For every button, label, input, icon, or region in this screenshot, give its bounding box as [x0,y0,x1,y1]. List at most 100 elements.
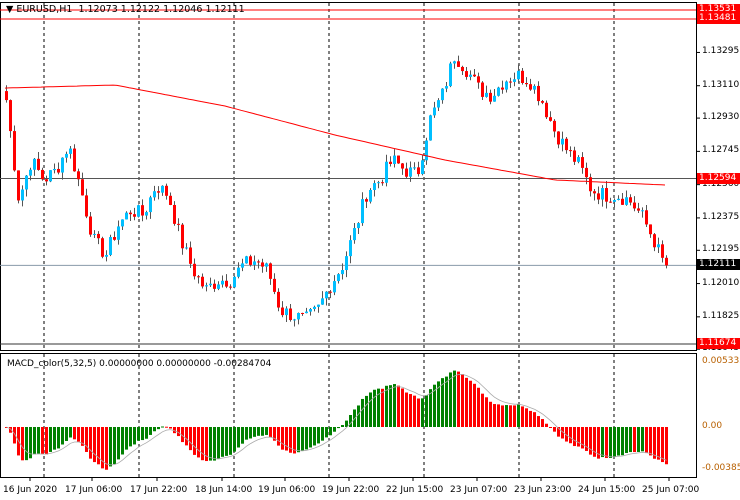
macd-bar [465,377,468,427]
macd-bar [85,427,88,452]
candle [401,163,404,169]
candle [61,157,64,173]
candle [501,87,504,90]
macd-bar [405,392,408,427]
macd-bar [637,427,640,452]
macd-panel [0,353,697,478]
macd-bar [641,427,644,452]
candle [289,308,292,321]
candle [373,183,376,190]
candle [221,280,224,285]
candle [365,199,368,202]
macd-bar [233,427,236,452]
candle [633,202,636,209]
candle [233,276,236,288]
macd-bar [53,427,56,450]
candle [257,261,260,263]
macd-bar [521,406,524,427]
macd-bar [33,427,36,455]
candle [497,87,500,96]
macd-axis-label: 0.00 [702,421,723,431]
macd-bar [473,383,476,427]
macd-bar [77,427,80,442]
candle [533,85,536,90]
candle [105,254,108,257]
candle [49,170,52,182]
chart-canvas[interactable] [0,0,740,500]
macd-bar [509,405,512,427]
macd-bar [397,385,400,427]
macd-bar [609,427,612,458]
macd-bar [389,385,392,427]
candle [521,70,524,84]
macd-bar [129,427,132,447]
candle [141,205,144,216]
candle [337,274,340,282]
candle [661,244,664,258]
macd-bar [241,427,244,444]
macd-bar [69,427,72,438]
macd-bar [489,401,492,427]
macd-bar [317,427,320,444]
candle [421,160,424,175]
macd-bar [189,427,192,451]
moving-average-line [4,84,666,186]
macd-bar [497,404,500,427]
macd-label: MACD_color(5,32,5) 0.00000000 0.00000000… [7,359,272,369]
close-value: 1.12111 [205,4,245,15]
macd-bar [237,427,240,448]
macd-bar [109,427,112,467]
candle [177,223,180,225]
macd-bar [453,370,456,427]
candle [197,276,200,278]
candle [153,191,156,198]
candle [645,210,648,225]
candle [417,167,420,175]
candle [541,101,544,103]
macd-bar [665,427,668,465]
macd-bar [229,427,232,455]
price-axis-label: 1.11825 [702,310,740,321]
candle [281,307,284,316]
macd-bar [605,427,608,458]
candle [121,219,124,227]
macd-bar [621,427,624,456]
candle [489,92,492,102]
candle [285,308,288,316]
macd-bar [73,427,76,440]
candle [605,188,608,202]
candle [589,177,592,192]
candle [273,278,276,292]
candle [85,195,88,217]
time-axis-label: 22 Jun 15:00 [386,485,444,495]
macd-bar [277,427,280,446]
candle [317,304,320,307]
macd-bar [569,427,572,444]
macd-bar [185,427,188,446]
macd-bar [549,427,552,428]
macd-bar [169,427,172,429]
macd-bar [141,427,144,441]
candle [545,102,548,118]
candle [345,256,348,271]
chart-window[interactable]: ▼ EURUSD,H1 1.12073 1.12122 1.12046 1.12… [0,0,740,500]
candle [641,210,644,212]
high-value: 1.12122 [120,4,161,15]
macd-bar [481,393,484,427]
macd-bar [269,427,272,438]
macd-bar [493,404,496,427]
candle [173,204,176,224]
macd-bar [145,427,148,439]
candle [349,240,352,257]
candle [113,237,116,240]
price-panel [0,2,697,351]
candle [37,158,40,170]
candle [329,291,332,293]
candle [145,212,148,216]
candle [45,179,48,182]
candle [473,74,476,77]
candle [249,256,252,265]
candle [133,214,136,217]
candle [453,61,456,64]
macd-bar [485,397,488,427]
